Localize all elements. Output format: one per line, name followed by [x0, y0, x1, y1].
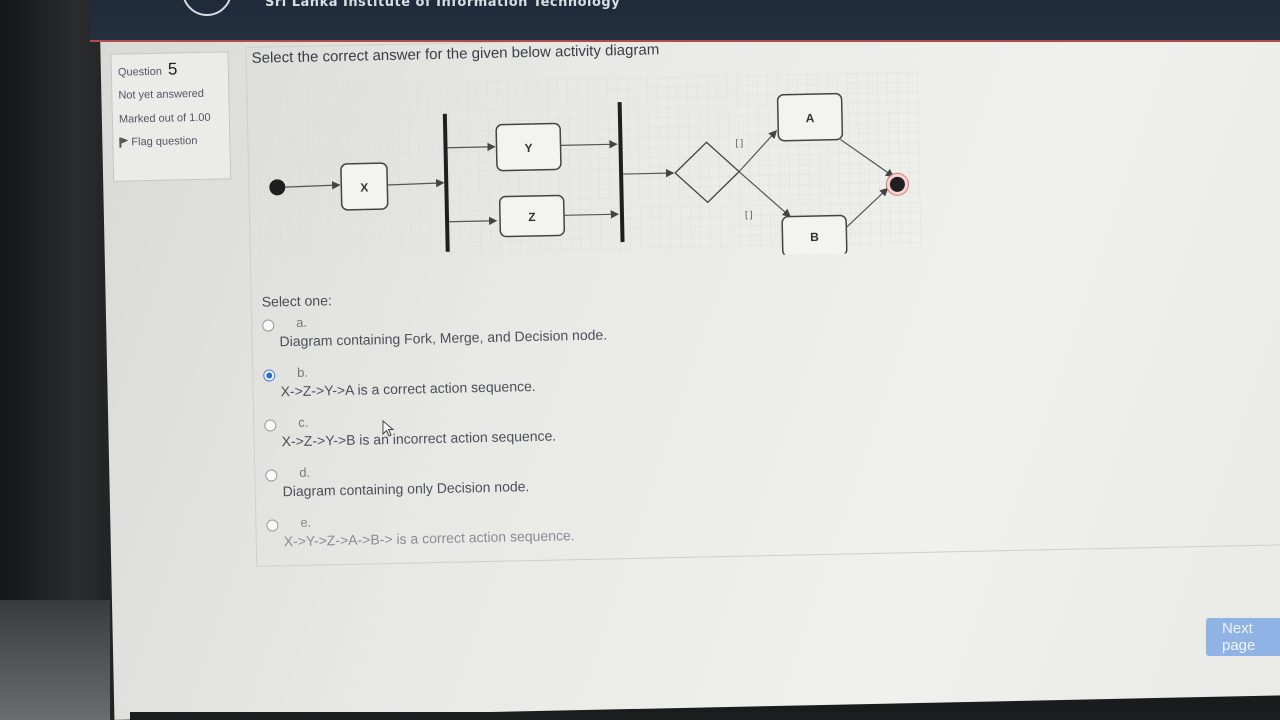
monitor-bezel-bottom: [130, 712, 1280, 720]
option-letter: d.: [299, 464, 311, 480]
option-letter: a.: [296, 314, 308, 330]
next-page-button[interactable]: Next page: [1206, 618, 1280, 656]
radio-button[interactable]: [264, 419, 277, 432]
answer-list: a. Diagram containing Fork, Merge, and D…: [262, 315, 607, 566]
option-text: X->Z->Y->A is a correct action sequence.: [280, 377, 536, 400]
answer-option-d[interactable]: d. Diagram containing only Decision node…: [265, 465, 530, 516]
radio-button[interactable]: [263, 369, 276, 382]
question-text: Select the correct answer for the given …: [251, 41, 660, 67]
answer-option-e[interactable]: e. X->Y->Z->A->B-> is a correct action s…: [266, 515, 575, 566]
answer-option-b[interactable]: b. X->Z->Y->A is a correct action sequen…: [263, 365, 536, 416]
header-bar: Sri Lanka Institute of Information Techn…: [90, 0, 1280, 42]
mouse-cursor-icon: [382, 420, 395, 437]
radio-button[interactable]: [266, 519, 279, 532]
action-node-y-label: Y: [524, 141, 532, 155]
option-letter: b.: [297, 364, 309, 380]
question-info-panel: Question 5 Not yet answered Marked out o…: [110, 51, 232, 182]
site-title: Sri Lanka Institute of Information Techn…: [265, 0, 621, 10]
flag-icon: [119, 137, 127, 147]
guard-label: [ ]: [735, 138, 743, 148]
background-surface: [0, 600, 110, 720]
action-node-b-label: B: [810, 230, 819, 244]
marks-label: Marked out of 1.00: [118, 111, 211, 126]
radio-button[interactable]: [262, 319, 275, 332]
answer-status: Not yet answered: [118, 87, 205, 102]
option-text: Diagram containing Fork, Merge, and Deci…: [279, 326, 608, 350]
radio-button[interactable]: [265, 469, 278, 482]
answer-option-a[interactable]: a. Diagram containing Fork, Merge, and D…: [262, 315, 607, 366]
option-letter: c.: [298, 414, 309, 430]
question-content: Select the correct answer for the given …: [245, 24, 1280, 567]
activity-diagram: X Y Z [ ] [ ] A B: [247, 69, 923, 260]
question-label: Question: [117, 65, 163, 79]
select-one-label: Select one:: [261, 292, 332, 310]
flag-question-link[interactable]: Flag question: [119, 134, 223, 148]
option-letter: e.: [300, 514, 312, 530]
globe-logo-icon: [182, 0, 232, 16]
option-text: Diagram containing only Decision node.: [282, 478, 530, 500]
option-text: X->Y->Z->A->B-> is a correct action sequ…: [283, 527, 575, 550]
flag-question-label: Flag question: [131, 134, 198, 149]
action-node-z-label: Z: [528, 210, 536, 224]
action-node-x-label: X: [360, 180, 368, 194]
option-text: X->Z->Y->B is an incorrect action sequen…: [281, 427, 557, 450]
guard-label: [ ]: [745, 209, 753, 219]
answer-option-c[interactable]: c. X->Z->Y->B is an incorrect action seq…: [264, 415, 556, 466]
screen: Question 5 Not yet answered Marked out o…: [100, 5, 1280, 720]
question-number: 5: [167, 59, 178, 79]
action-node-a-label: A: [806, 111, 815, 125]
